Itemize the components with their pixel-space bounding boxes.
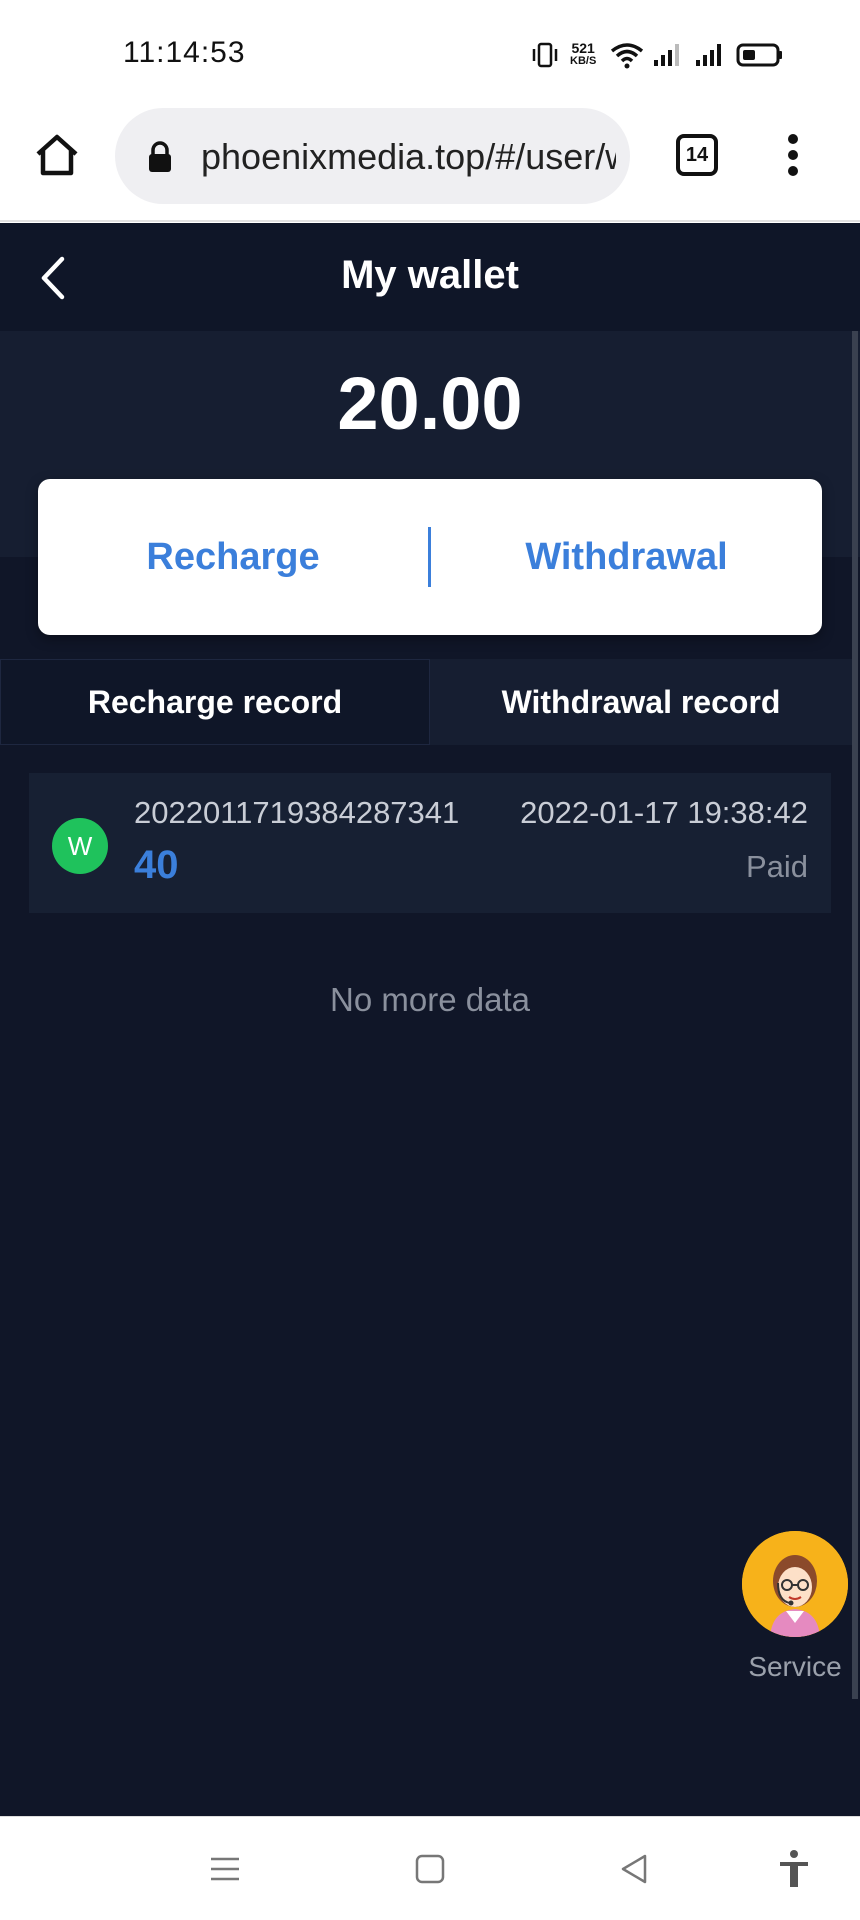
- vibrate-icon: [532, 42, 558, 68]
- wifi-icon: [611, 43, 644, 69]
- lock-icon: [149, 141, 171, 172]
- list-item[interactable]: W 2022011719384287341 40 2022-01-17 19:3…: [29, 773, 831, 913]
- home-square-icon[interactable]: [408, 1847, 452, 1891]
- recharge-button[interactable]: Recharge: [38, 479, 428, 635]
- status-bar: 11:14:53 521 KB/S: [0, 0, 860, 100]
- page-title: My wallet: [341, 253, 519, 297]
- tab-withdrawal-record[interactable]: Withdrawal record: [430, 659, 852, 745]
- network-speed-unit: KB/S: [570, 55, 597, 67]
- balance-amount: 20.00: [337, 362, 523, 445]
- network-speed-value: 521: [571, 40, 595, 56]
- signal-icon-1: [654, 44, 680, 66]
- status-icons: 521 KB/S: [530, 36, 784, 74]
- record-status: Paid: [745, 849, 808, 884]
- back-triangle-icon[interactable]: [613, 1847, 657, 1891]
- address-bar[interactable]: phoenixmedia.top/#/user/wallet: [115, 108, 630, 204]
- tab-switcher-button[interactable]: 14: [676, 134, 718, 176]
- android-nav-bar: [0, 1816, 860, 1920]
- record-time: 2022-01-17 19:38:42: [520, 795, 808, 830]
- record-amount: 40: [134, 843, 179, 887]
- browser-toolbar: phoenixmedia.top/#/user/wallet 14: [0, 100, 860, 222]
- record-tabs: Recharge record Withdrawal record: [0, 659, 860, 747]
- wallet-actions-card: Recharge Withdrawal: [38, 479, 822, 635]
- scrollbar[interactable]: [852, 331, 858, 1699]
- more-options-icon[interactable]: [778, 130, 808, 180]
- url-text[interactable]: phoenixmedia.top/#/user/wallet: [201, 136, 616, 178]
- status-time: 11:14:53: [123, 36, 246, 69]
- wallet-page: My wallet 20.00 Recharge Withdrawal Rech…: [0, 223, 860, 1816]
- record-avatar: W: [52, 818, 108, 874]
- service-button[interactable]: Service: [740, 1531, 850, 1691]
- withdrawal-button[interactable]: Withdrawal: [431, 479, 822, 635]
- battery-icon: [736, 43, 783, 67]
- menu-icon[interactable]: [203, 1847, 247, 1891]
- tab-recharge-record[interactable]: Recharge record: [0, 659, 430, 745]
- service-label: Service: [748, 1651, 842, 1682]
- network-speed: 521 KB/S: [570, 40, 597, 68]
- accessibility-icon[interactable]: [772, 1847, 816, 1891]
- record-order-id: 2022011719384287341: [134, 795, 460, 830]
- nav-bar: My wallet: [0, 223, 860, 331]
- no-more-data-text: No more data: [330, 981, 530, 1018]
- customer-service-icon: [742, 1531, 848, 1637]
- signal-icon-2: [696, 44, 722, 66]
- home-icon[interactable]: [32, 130, 82, 180]
